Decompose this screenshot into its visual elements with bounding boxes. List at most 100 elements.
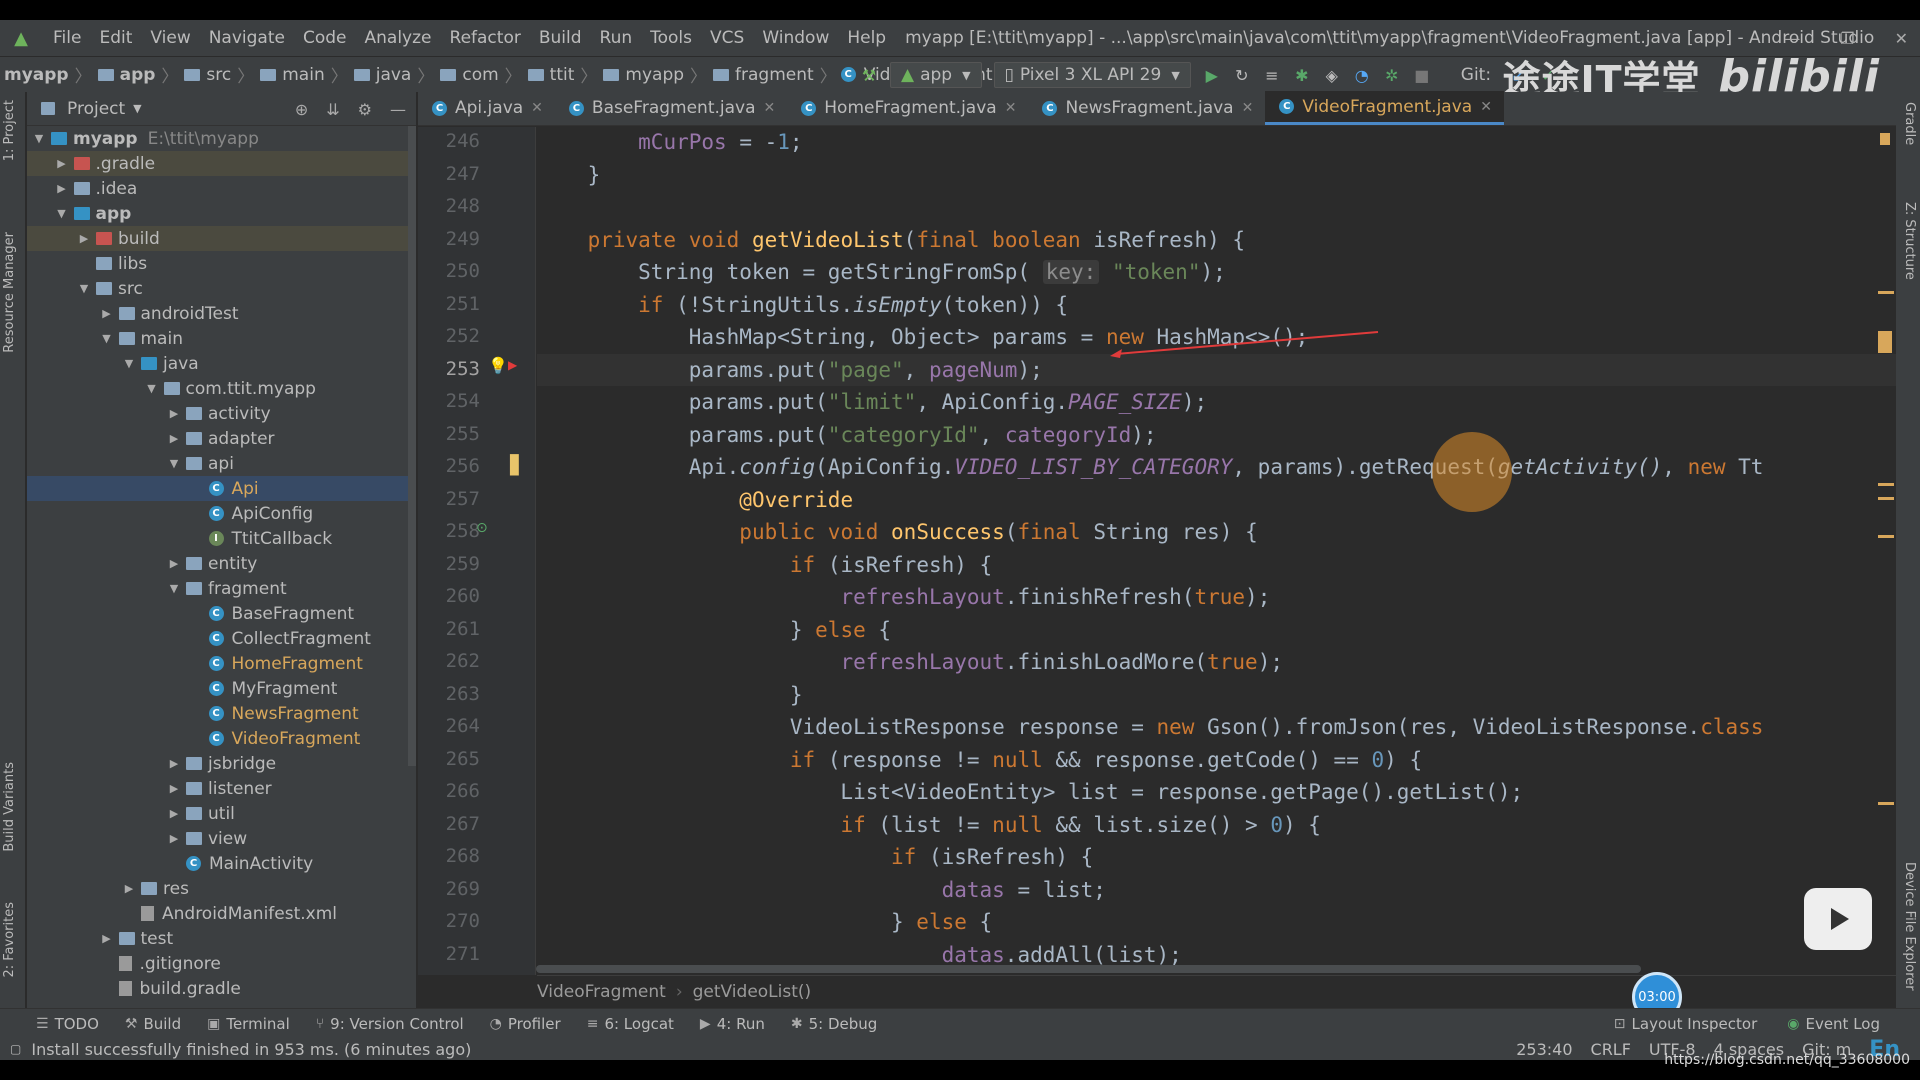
- bottom-tab[interactable]: ▣ Terminal: [207, 1015, 290, 1033]
- breadcrumb-item[interactable]: myapp 〉: [4, 62, 92, 88]
- rerun-icon[interactable]: ↻: [1233, 66, 1251, 85]
- project-view-select[interactable]: Project: [67, 99, 125, 119]
- code-line[interactable]: }: [537, 679, 803, 711]
- chevron-down-icon[interactable]: ▼: [54, 207, 70, 220]
- profile-icon[interactable]: ◔: [1353, 66, 1371, 85]
- marker[interactable]: [1878, 291, 1894, 294]
- chevron-right-icon[interactable]: ▶: [166, 432, 182, 445]
- caret-position[interactable]: 253:40: [1516, 1040, 1572, 1059]
- attach-debugger-icon[interactable]: ✲: [1383, 66, 1401, 85]
- close-tab-icon[interactable]: ✕: [764, 100, 776, 116]
- code-line[interactable]: params.put("categoryId", categoryId);: [537, 419, 1157, 451]
- tree-item[interactable]: ▶ adapter: [27, 426, 416, 451]
- gear-icon[interactable]: ⚙: [358, 100, 372, 119]
- code-line[interactable]: datas = list;: [537, 874, 1106, 906]
- fold-marker-icon[interactable]: ▋: [510, 455, 524, 476]
- tree-scrollbar[interactable]: [408, 126, 416, 766]
- code-line[interactable]: refreshLayout.finishRefresh(true);: [537, 581, 1270, 613]
- tree-item[interactable]: ▶ .idea: [27, 176, 416, 201]
- chevron-right-icon[interactable]: ▶: [121, 882, 137, 895]
- run-icon[interactable]: ▶: [1203, 66, 1221, 85]
- menu-run[interactable]: Run: [591, 28, 642, 48]
- tree-item[interactable]: ▼ main: [27, 326, 416, 351]
- menu-help[interactable]: Help: [838, 28, 895, 48]
- editor-tab[interactable]: C NewsFragment.java ✕: [1028, 91, 1265, 125]
- project-tool-tab[interactable]: 1: Project: [2, 100, 17, 161]
- gradle-tab[interactable]: Gradle: [1902, 102, 1917, 145]
- menu-edit[interactable]: Edit: [90, 28, 141, 48]
- code-line[interactable]: if (isRefresh) {: [537, 549, 992, 581]
- code-line[interactable]: params.put("page", pageNum);: [537, 354, 1043, 386]
- chevron-right-icon[interactable]: ▶: [166, 407, 182, 420]
- tree-item[interactable]: C BaseFragment: [27, 601, 416, 626]
- close-tab-icon[interactable]: ✕: [531, 100, 543, 116]
- editor-tab[interactable]: C VideoFragment.java ✕: [1265, 91, 1504, 125]
- editor-tab[interactable]: C Api.java ✕: [418, 91, 555, 125]
- tree-item[interactable]: AndroidManifest.xml: [27, 901, 416, 926]
- tree-item[interactable]: build.gradle: [27, 976, 416, 1001]
- tree-item[interactable]: ▶ .gradle: [27, 151, 416, 176]
- tree-item[interactable]: C MyFragment: [27, 676, 416, 701]
- editor-horizontal-scrollbar[interactable]: [536, 965, 1641, 973]
- build-variants-tab[interactable]: Build Variants: [2, 762, 17, 852]
- chevron-down-icon[interactable]: ▼: [166, 582, 182, 595]
- tree-item[interactable]: .gitignore: [27, 951, 416, 976]
- bottom-tab[interactable]: ⊡ Layout Inspector: [1614, 1015, 1757, 1033]
- breadcrumb-item[interactable]: myapp 〉: [597, 62, 707, 87]
- chevron-right-icon[interactable]: ▶: [166, 557, 182, 570]
- restore-icon[interactable]: ❐: [1840, 29, 1854, 48]
- bottom-tab[interactable]: ◔ Profiler: [490, 1015, 561, 1033]
- tree-item[interactable]: C NewsFragment: [27, 701, 416, 726]
- menu-navigate[interactable]: Navigate: [200, 28, 294, 48]
- close-tab-icon[interactable]: ✕: [1005, 100, 1017, 116]
- tree-item[interactable]: ▶ build: [27, 226, 416, 251]
- tree-item[interactable]: ▼ java: [27, 351, 416, 376]
- menu-file[interactable]: File: [44, 28, 90, 48]
- chevron-right-icon[interactable]: ▶: [54, 157, 70, 170]
- tree-item[interactable]: ▼ fragment: [27, 576, 416, 601]
- code-line[interactable]: Api.config(ApiConfig.VIDEO_LIST_BY_CATEG…: [537, 451, 1764, 483]
- breadcrumb-item[interactable]: app 〉: [92, 62, 178, 87]
- code-editor[interactable]: mCurPos = -1; } private void getVideoLis…: [537, 127, 1896, 975]
- bottom-tab[interactable]: ⚒ Build: [125, 1015, 181, 1033]
- editor-tab[interactable]: C BaseFragment.java ✕: [555, 91, 787, 125]
- tree-item[interactable]: ▼ src: [27, 276, 416, 301]
- tree-item[interactable]: ▶ util: [27, 801, 416, 826]
- marker[interactable]: [1878, 483, 1894, 486]
- bulb-icon[interactable]: 💡: [488, 356, 508, 375]
- code-line[interactable]: refreshLayout.finishLoadMore(true);: [537, 646, 1283, 678]
- breadcrumb-item[interactable]: main 〉: [254, 62, 348, 87]
- collapse-all-icon[interactable]: ⇊: [326, 100, 339, 119]
- favorites-tab[interactable]: 2: Favorites: [2, 902, 17, 978]
- hammer-icon[interactable]: ⚒: [860, 66, 878, 85]
- code-line[interactable]: String token = getStringFromSp( key: "to…: [537, 256, 1226, 288]
- breakpoint-arrow-icon[interactable]: ▶: [508, 358, 517, 372]
- close-icon[interactable]: ✕: [1895, 29, 1908, 48]
- tree-item[interactable]: ▶ view: [27, 826, 416, 851]
- device-file-explorer-tab[interactable]: Device File Explorer: [1902, 862, 1917, 991]
- tree-item[interactable]: ▶ androidTest: [27, 301, 416, 326]
- code-line[interactable]: List<VideoEntity> list = response.getPag…: [537, 776, 1523, 808]
- bottom-tab[interactable]: ◉ Event Log: [1787, 1015, 1880, 1033]
- tree-item[interactable]: ▶ activity: [27, 401, 416, 426]
- tree-item[interactable]: C MainActivity: [27, 851, 416, 876]
- chevron-right-icon[interactable]: ▶: [99, 932, 115, 945]
- chevron-down-icon[interactable]: ▼: [144, 382, 160, 395]
- chevron-right-icon[interactable]: ▶: [99, 307, 115, 320]
- chevron-right-icon[interactable]: ▶: [166, 807, 182, 820]
- device-select[interactable]: ▯ Pixel 3 XL API 29 ▼: [993, 62, 1191, 88]
- marker[interactable]: [1878, 497, 1894, 500]
- apply-changes-icon[interactable]: ≡: [1263, 66, 1281, 85]
- tree-item[interactable]: C ApiConfig: [27, 501, 416, 526]
- tree-item[interactable]: I TtitCallback: [27, 526, 416, 551]
- code-line[interactable]: private void getVideoList(final boolean …: [537, 224, 1246, 256]
- code-line[interactable]: if (response != null && response.getCode…: [537, 744, 1422, 776]
- chevron-right-icon[interactable]: ▶: [166, 782, 182, 795]
- locate-icon[interactable]: ⊕: [295, 100, 308, 119]
- tree-item[interactable]: ▶ jsbridge: [27, 751, 416, 776]
- menu-analyze[interactable]: Analyze: [356, 28, 441, 48]
- code-line[interactable]: } else {: [537, 906, 992, 938]
- breadcrumb-class[interactable]: VideoFragment: [537, 982, 666, 1002]
- resource-manager-tab[interactable]: Resource Manager: [2, 232, 17, 353]
- marker[interactable]: [1878, 802, 1894, 805]
